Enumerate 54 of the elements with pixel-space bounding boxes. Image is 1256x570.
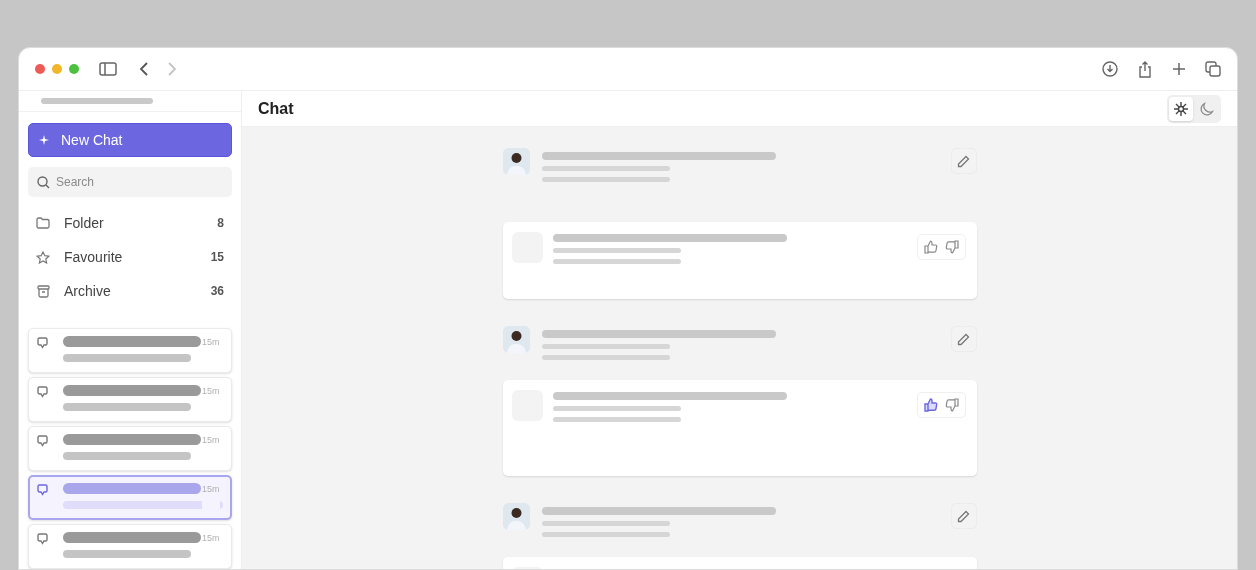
sparkle-icon <box>39 135 49 145</box>
page-title: Chat <box>258 98 294 119</box>
chat-item[interactable]: 15m <box>28 377 232 422</box>
folder-icon <box>36 217 50 229</box>
count-label: 36 <box>210 283 224 300</box>
edit-button[interactable] <box>950 326 977 352</box>
avatar <box>502 326 530 353</box>
avatar <box>502 503 530 530</box>
download-icon[interactable] <box>1102 61 1118 77</box>
pencil-icon <box>957 154 970 168</box>
thumbs-down-icon[interactable] <box>944 398 959 412</box>
chat-bubble-icon <box>37 484 48 496</box>
time-label: 15m <box>202 434 220 470</box>
count-label: 8 <box>217 215 224 232</box>
nav-label: Archive <box>64 281 111 301</box>
chat-item[interactable]: 15m <box>28 524 232 569</box>
avatar <box>502 148 530 175</box>
search-field[interactable]: Search <box>28 167 232 197</box>
sidebar-toggle-icon[interactable] <box>99 62 117 76</box>
thumbs-up-icon[interactable] <box>923 398 938 412</box>
chat-bubble-icon <box>37 435 48 447</box>
new-chat-button[interactable]: New Chat <box>28 123 232 157</box>
star-icon <box>36 250 50 264</box>
pencil-icon <box>957 332 970 346</box>
edit-button[interactable] <box>950 503 977 529</box>
thumbs-up-icon[interactable] <box>923 240 938 254</box>
time-label: 15m <box>202 483 220 518</box>
edit-button[interactable] <box>950 148 977 174</box>
share-icon[interactable] <box>1137 60 1153 78</box>
chat-bubble-icon <box>37 533 48 545</box>
time-label: 15m <box>202 336 220 372</box>
pencil-icon <box>957 509 970 523</box>
plus-icon[interactable] <box>1172 62 1186 76</box>
light-mode-button[interactable] <box>1169 96 1193 121</box>
nav-item[interactable]: Favourite 15 <box>28 240 232 274</box>
time-label: 15m <box>202 385 220 421</box>
chat-item[interactable]: 15m <box>28 475 232 520</box>
nav-label: Folder <box>64 213 104 233</box>
chat-item[interactable]: 15m <box>28 426 232 471</box>
nav-item[interactable]: Archive 36 <box>28 274 232 308</box>
archive-icon <box>36 284 50 298</box>
back-icon[interactable] <box>139 61 149 77</box>
thumbs-down-icon[interactable] <box>944 240 959 254</box>
search-icon <box>37 176 50 189</box>
chat-bubble-icon <box>37 337 48 349</box>
copy-icon[interactable] <box>1205 61 1221 77</box>
moon-icon <box>1199 100 1215 117</box>
chat-bubble-icon <box>37 386 48 398</box>
nav-label: Favourite <box>64 247 123 267</box>
nav-item[interactable]: Folder 8 <box>28 206 232 240</box>
chat-item[interactable]: 15m <box>28 328 232 373</box>
count-label: 15 <box>210 249 224 266</box>
time-label: 15m <box>202 532 220 568</box>
sun-icon <box>1173 100 1189 117</box>
